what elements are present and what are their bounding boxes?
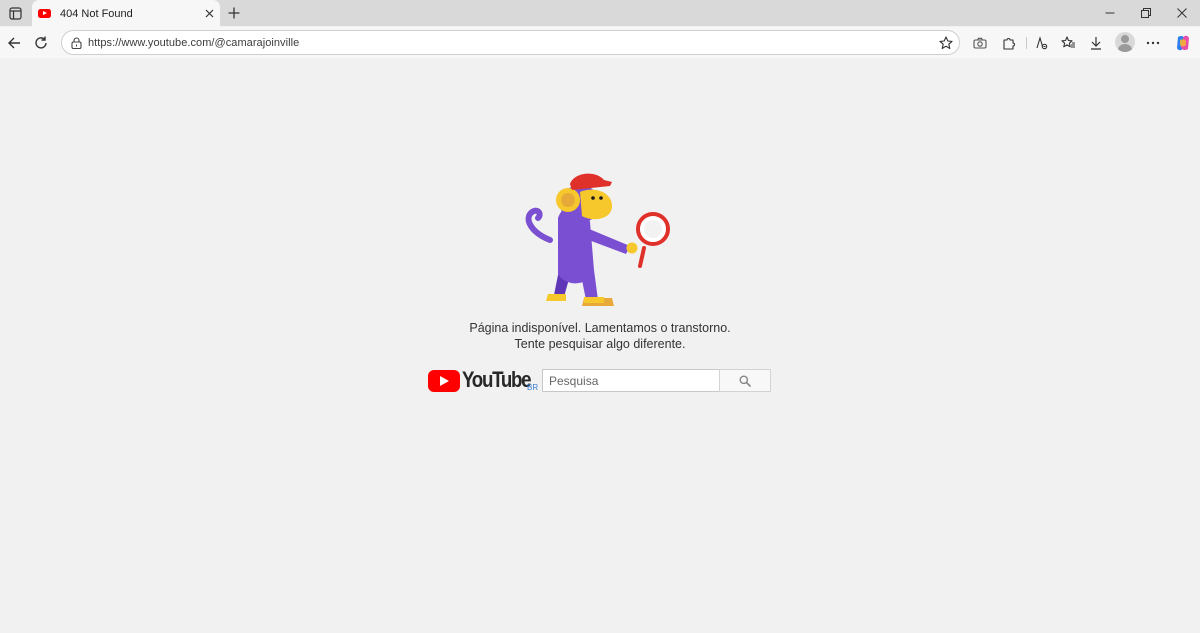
- browser-toolbar: https://www.youtube.com/@camarajoinville: [0, 27, 1200, 58]
- plus-icon: [228, 7, 240, 19]
- puzzle-icon: [1003, 38, 1015, 50]
- close-icon: [1177, 8, 1187, 18]
- search-row: YouTube BR: [428, 367, 772, 395]
- minimize-icon: [1105, 12, 1115, 14]
- back-arrow-icon: [8, 37, 20, 49]
- youtube-logo[interactable]: YouTube BR: [428, 367, 540, 395]
- youtube-play-icon: [428, 370, 460, 392]
- tab-title: 404 Not Found: [60, 7, 133, 20]
- screenshot-button[interactable]: [968, 31, 992, 55]
- extensions-button[interactable]: [997, 31, 1021, 55]
- close-window-button[interactable]: [1164, 0, 1200, 26]
- favorites-icon: [1060, 36, 1075, 48]
- error-message-line-2: Tente pesquisar algo diferente.: [514, 337, 686, 351]
- minimize-button[interactable]: [1092, 0, 1128, 26]
- download-icon: [1091, 37, 1101, 50]
- read-aloud-button[interactable]: [1029, 31, 1053, 55]
- address-bar[interactable]: https://www.youtube.com/@camarajoinville: [61, 30, 960, 55]
- youtube-logo-text: YouTube: [462, 367, 532, 392]
- close-icon[interactable]: [201, 6, 217, 22]
- error-message: Página indisponível. Lamentamos o transt…: [0, 320, 1200, 352]
- search-icon: [739, 375, 751, 387]
- read-aloud-icon: [1036, 36, 1048, 50]
- new-tab-button[interactable]: [223, 2, 245, 24]
- search-input[interactable]: [542, 369, 720, 392]
- copilot-button[interactable]: [1171, 31, 1195, 55]
- avatar-icon[interactable]: [1115, 32, 1135, 52]
- error-message-line-1: Página indisponível. Lamentamos o transt…: [469, 321, 731, 335]
- more-button[interactable]: [1141, 31, 1165, 55]
- reload-button[interactable]: [29, 31, 53, 55]
- reload-icon: [35, 36, 47, 49]
- camera-icon: [973, 37, 987, 49]
- url-text: https://www.youtube.com/@camarajoinville: [88, 36, 300, 49]
- back-button[interactable]: [2, 31, 26, 55]
- region-code: BR: [527, 383, 539, 392]
- tab-active[interactable]: 404 Not Found: [32, 0, 220, 27]
- star-icon[interactable]: [937, 34, 955, 52]
- tab-actions-icon[interactable]: [4, 3, 26, 23]
- downloads-button[interactable]: [1084, 31, 1108, 55]
- title-bar: 404 Not Found: [0, 0, 1200, 27]
- toolbar-separator: [1026, 37, 1027, 49]
- monkey-illustration: [525, 173, 670, 306]
- restore-icon: [1141, 8, 1151, 18]
- restore-button[interactable]: [1128, 0, 1164, 26]
- more-icon: [1146, 41, 1160, 45]
- lock-icon[interactable]: [69, 36, 83, 50]
- youtube-favicon-icon: [38, 9, 51, 18]
- copilot-icon: [1177, 35, 1189, 51]
- search-button[interactable]: [719, 369, 771, 392]
- favorites-button[interactable]: [1056, 31, 1080, 55]
